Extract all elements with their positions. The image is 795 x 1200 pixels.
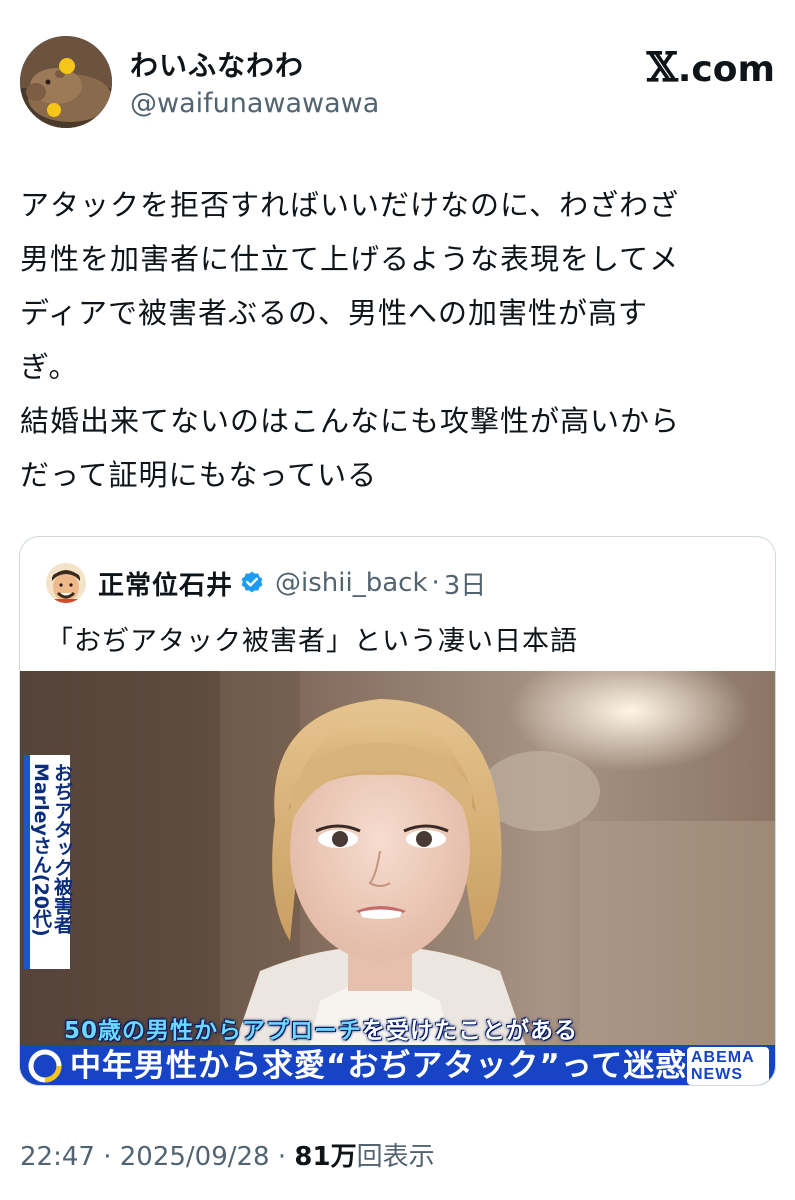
meta-separator: · bbox=[94, 1142, 120, 1172]
quoted-author-display-name[interactable]: 正常位石井 bbox=[98, 565, 233, 602]
quoted-tweet-text: 「おぢアタック被害者」という凄い日本語 bbox=[46, 626, 578, 657]
tweet-text-line: 結婚出来てないのはこんなにも攻撃性が高いから bbox=[20, 404, 681, 438]
logo-line2: NEWS bbox=[691, 1066, 743, 1083]
news-headline-text: 中年男性から求愛“おぢアタック”って迷惑? bbox=[70, 1048, 707, 1084]
tweet-text-line: 男性を加害者に仕立て上げるような表現をしてメ bbox=[20, 242, 680, 276]
tweet-text-line: ディアで被害者ぶるの、男性への加害性が高す bbox=[20, 296, 648, 330]
cartoon-face-avatar-image bbox=[46, 563, 86, 603]
author-avatar[interactable] bbox=[20, 36, 112, 128]
caption-role: おぢアタック被害者 bbox=[51, 763, 73, 934]
separator-dot: · bbox=[431, 568, 440, 598]
x-com-logo: 𝕏 .com bbox=[647, 44, 775, 91]
abema-news-logo: ABEMA NEWS bbox=[687, 1047, 769, 1085]
tweet-header: わいふなわわ @waifunawawawa 𝕏 .com bbox=[20, 36, 775, 132]
x-logo-text: .com bbox=[677, 49, 775, 90]
views-count: 81万 bbox=[294, 1142, 357, 1172]
author-display-name[interactable]: わいふなわわ bbox=[130, 44, 304, 84]
quoted-tweet-card[interactable]: 正常位石井 @ishii_back · 3日 「おぢアタック被害者」という凄い日… bbox=[19, 536, 776, 1086]
video-subtitle: 50歳の男性からアプローチを受けたことがある bbox=[64, 1011, 578, 1045]
tweet-text: アタックを拒否すればいいだけなのに、わざわざ 男性を加害者に仕立て上げるような表… bbox=[20, 178, 770, 502]
caption-name: Marleyさん(20代) bbox=[30, 763, 52, 937]
capybara-avatar-image bbox=[20, 36, 112, 128]
tweet-meta: 22:47 · 2025/09/28 · 81万回表示 bbox=[20, 1136, 435, 1173]
logo-line1: ABEMA bbox=[691, 1049, 755, 1066]
views-label: 回表示 bbox=[356, 1142, 435, 1172]
quoted-author-handle[interactable]: @ishii_back bbox=[275, 568, 427, 598]
tweet-text-line: ぎ。 bbox=[20, 350, 79, 384]
news-headline-bar: 中年男性から求愛“おぢアタック”って迷惑? ABEMA NEWS bbox=[20, 1045, 775, 1085]
meta-separator: · bbox=[269, 1142, 295, 1172]
author-handle[interactable]: @waifunawawawa bbox=[130, 88, 379, 119]
quoted-tweet-video-still[interactable]: おぢアタック被害者 Marleyさん(20代) 50歳の男性からアプローチを受け… bbox=[20, 671, 775, 1085]
subtitle-highlight: 50歳の男性からアプローチ bbox=[64, 1018, 363, 1044]
quoted-tweet-header: 正常位石井 @ishii_back · 3日 bbox=[46, 563, 486, 603]
quoted-tweet-time[interactable]: 3日 bbox=[444, 565, 487, 602]
verified-badge-icon bbox=[241, 571, 263, 593]
tweet-time[interactable]: 22:47 bbox=[20, 1142, 95, 1172]
subtitle-rest: を受けたことがある bbox=[362, 1018, 579, 1044]
tweet-date[interactable]: 2025/09/28 bbox=[120, 1142, 270, 1172]
x-logo-icon: 𝕏 bbox=[646, 44, 678, 91]
name-caption-vertical: おぢアタック被害者 Marleyさん(20代) bbox=[24, 755, 73, 969]
news-ring-icon bbox=[28, 1049, 62, 1083]
tweet-text-line: だって証明にもなっている bbox=[20, 458, 378, 492]
quoted-author-avatar[interactable] bbox=[46, 563, 86, 603]
tweet-text-line: アタックを拒否すればいいだけなのに、わざわざ bbox=[20, 188, 680, 222]
